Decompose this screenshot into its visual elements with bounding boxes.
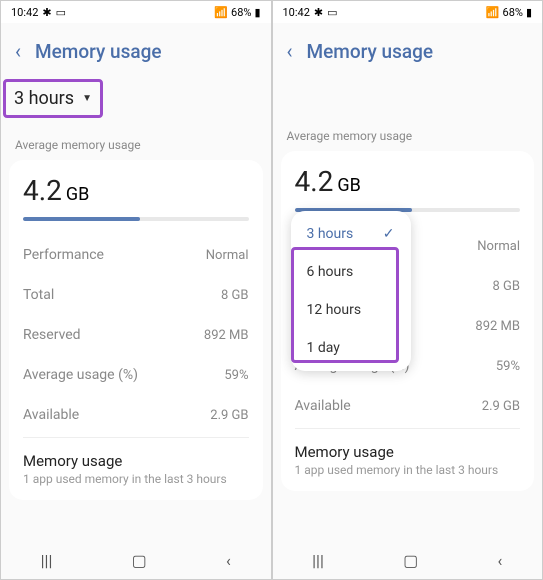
nav-home[interactable]: ▢ xyxy=(403,551,418,570)
header: ‹ Memory usage xyxy=(273,23,543,75)
battery-icon: ▮ xyxy=(526,6,532,19)
row-reserved: Reserved 892 MB xyxy=(23,315,249,355)
chevron-down-icon: ▼ xyxy=(82,93,92,104)
phone-right: 10:42 ✱ ▭ 📶 68% ▮ ‹ Memory usage Average… xyxy=(272,0,543,580)
status-chat-icon: ✱ xyxy=(42,6,51,19)
status-chat-icon: ✱ xyxy=(314,6,323,19)
status-signal-icon: 📶 xyxy=(486,6,500,19)
avg-section-label: Average memory usage xyxy=(273,123,543,151)
avg-value: 4.2 xyxy=(295,165,334,198)
back-icon[interactable]: ‹ xyxy=(15,39,21,63)
phone-left: 10:42 ✱ ▭ 📶 68% ▮ ‹ Memory usage 3 hours… xyxy=(0,0,272,580)
nav-recents[interactable]: ||| xyxy=(312,551,324,570)
period-selector[interactable]: 3 hours ▼ xyxy=(3,79,103,118)
status-battery: 68% xyxy=(231,6,251,19)
status-signal-icon: 📶 xyxy=(214,6,228,19)
nav-back[interactable]: ‹ xyxy=(498,551,503,570)
nav-recents[interactable]: ||| xyxy=(41,551,53,570)
row-avg-pct: Average usage (%) 59% xyxy=(23,355,249,395)
status-time: 10:42 xyxy=(283,6,310,19)
page-title: Memory usage xyxy=(307,40,434,63)
row-total: Total 8 GB xyxy=(23,275,249,315)
dropdown-item-3h[interactable]: 3 hours ✓ xyxy=(291,215,411,253)
status-time: 10:42 xyxy=(11,6,38,19)
dropdown-item-6h[interactable]: 6 hours xyxy=(291,253,411,291)
memory-usage-subtitle: 1 app used memory in the last 3 hours xyxy=(295,463,521,477)
nav-bar: ||| ▢ ‹ xyxy=(273,541,543,579)
status-notif-icon: ▭ xyxy=(327,6,337,19)
nav-back[interactable]: ‹ xyxy=(226,551,231,570)
period-dropdown: 3 hours ✓ 6 hours 12 hours 1 day xyxy=(291,211,411,371)
status-bar: 10:42 ✱ ▭ 📶 68% ▮ xyxy=(1,1,271,23)
memory-usage-title[interactable]: Memory usage xyxy=(295,441,521,463)
memory-card: 4.2 GB Performance Normal Total 8 GB Res… xyxy=(9,160,263,500)
nav-home[interactable]: ▢ xyxy=(132,551,147,570)
back-icon[interactable]: ‹ xyxy=(287,39,293,63)
battery-icon: ▮ xyxy=(254,6,260,19)
check-icon: ✓ xyxy=(383,226,395,242)
memory-usage-title[interactable]: Memory usage xyxy=(23,450,249,472)
dropdown-item-12h[interactable]: 12 hours xyxy=(291,291,411,329)
page-title: Memory usage xyxy=(35,40,162,63)
status-notif-icon: ▭ xyxy=(56,6,66,19)
avg-section-label: Average memory usage xyxy=(1,132,271,160)
dropdown-item-1d[interactable]: 1 day xyxy=(291,329,411,367)
nav-bar: ||| ▢ ‹ xyxy=(1,541,271,579)
row-performance: Performance Normal xyxy=(23,235,249,275)
row-available: Available 2.9 GB xyxy=(295,386,521,426)
avg-unit: GB xyxy=(337,175,360,196)
avg-value: 4.2 xyxy=(23,174,62,207)
row-available: Available 2.9 GB xyxy=(23,395,249,435)
avg-unit: GB xyxy=(66,184,89,205)
header: ‹ Memory usage xyxy=(1,23,271,75)
status-battery: 68% xyxy=(503,6,523,19)
period-label: 3 hours xyxy=(14,88,74,109)
progress-bar xyxy=(23,217,249,221)
memory-usage-subtitle: 1 app used memory in the last 3 hours xyxy=(23,472,249,486)
status-bar: 10:42 ✱ ▭ 📶 68% ▮ xyxy=(273,1,543,23)
